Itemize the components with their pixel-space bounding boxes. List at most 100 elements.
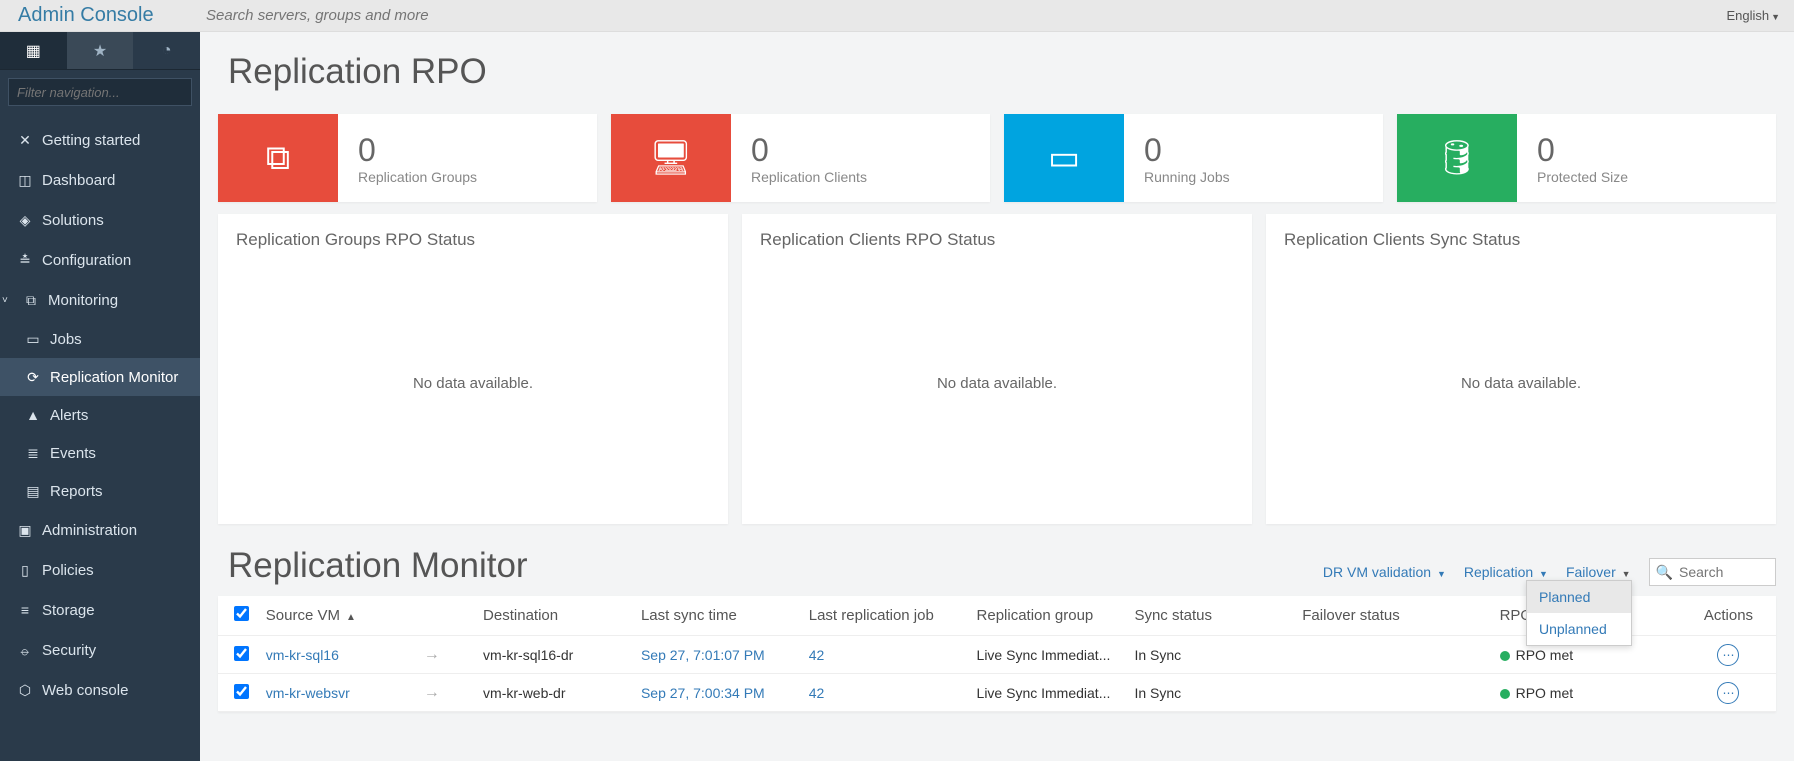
global-search-input[interactable] — [200, 3, 820, 29]
sidebar-item-label: Dashboard — [42, 172, 115, 189]
sidebar-item-storage[interactable]: ≡Storage — [0, 590, 200, 630]
sidebar-item-dashboard[interactable]: ◫Dashboard — [0, 160, 200, 200]
language-selector[interactable]: English▼ — [1726, 8, 1794, 23]
row-checkbox-cell[interactable] — [226, 646, 258, 664]
sliders-icon: ≛ — [14, 252, 36, 269]
sidebar-item-label: Security — [42, 642, 96, 659]
panel-title: Replication Clients RPO Status — [760, 230, 1234, 250]
sidebar-item-events[interactable]: ≣Events — [0, 434, 200, 472]
monitor-header: Replication Monitor DR VM validation ▼ R… — [228, 546, 1776, 586]
sidebar-item-configuration[interactable]: ≛ Configuration — [0, 240, 200, 280]
cell-actions: ⋯ — [1689, 682, 1768, 704]
chevron-down-icon: ▼ — [1622, 569, 1631, 579]
sidebar-tab-favorites[interactable]: ★ — [67, 32, 134, 69]
sidebar-tab-apps[interactable]: ▦ — [0, 32, 67, 69]
nav-filter-input[interactable] — [8, 78, 192, 106]
failover-dropdown[interactable]: Failover ▼ — [1566, 564, 1631, 580]
copy-icon: ⧉ — [266, 139, 290, 178]
panel-title: Replication Clients Sync Status — [1284, 230, 1758, 250]
header-last-job[interactable]: Last replication job — [801, 607, 969, 624]
kpi-value: 0 — [1537, 132, 1628, 169]
kpi-row: ⧉ 0 Replication Groups 🖥 0 Replication C… — [218, 114, 1776, 202]
sort-asc-icon: ▲ — [346, 612, 356, 623]
hexagon-icon: ⬡ — [14, 682, 36, 699]
nav-filter[interactable] — [0, 70, 200, 114]
cell-source-vm: vm-kr-sql16 — [258, 647, 416, 663]
document-icon: ▯ — [14, 562, 36, 579]
header-last-sync[interactable]: Last sync time — [633, 607, 801, 624]
briefcase-icon: ▭ — [1048, 138, 1080, 178]
kpi-protected-size[interactable]: 🛢 0 Protected Size — [1397, 114, 1776, 202]
table-row: vm-kr-websvr → vm-kr-web-dr Sep 27, 7:00… — [218, 674, 1776, 712]
cell-actions: ⋯ — [1689, 644, 1768, 666]
app-title: Admin Console — [0, 4, 200, 27]
source-vm-link[interactable]: vm-kr-websvr — [266, 685, 350, 701]
panel-row: Replication Groups RPO Status No data av… — [218, 214, 1776, 524]
row-checkbox[interactable] — [234, 684, 249, 699]
sidebar-item-web-console[interactable]: ⬡Web console — [0, 670, 200, 710]
header-rep-group[interactable]: Replication group — [969, 607, 1127, 624]
header-sync-status[interactable]: Sync status — [1126, 607, 1294, 624]
source-vm-link[interactable]: vm-kr-sql16 — [266, 647, 339, 663]
sidebar-item-jobs[interactable]: ▭Jobs — [0, 320, 200, 358]
sidebar-item-policies[interactable]: ▯ Policies — [0, 550, 200, 590]
header-source-vm[interactable]: Source VM▲ — [258, 607, 416, 624]
monitor-actions: DR VM validation ▼ Replication ▼ Failove… — [1323, 558, 1776, 586]
action-label: Failover — [1566, 564, 1616, 580]
sidebar-item-security[interactable]: ⦵ Security — [0, 630, 200, 670]
replication-icon: ⟳ — [22, 369, 44, 386]
panel-body: No data available. — [236, 258, 710, 508]
global-search[interactable] — [200, 3, 1726, 29]
sidebar-item-reports[interactable]: ▤Reports — [0, 472, 200, 510]
kpi-value: 0 — [1144, 132, 1230, 169]
kpi-icon: 🛢 — [1397, 114, 1517, 202]
kpi-icon: 🖥 — [611, 114, 731, 202]
cell-rpo-status: RPO met — [1492, 647, 1689, 663]
row-checkbox[interactable] — [234, 646, 249, 661]
table-search[interactable]: 🔍 — [1649, 558, 1776, 586]
server-icon: 🖥 — [649, 138, 692, 178]
cell-direction: → — [416, 646, 475, 664]
dropdown-item-unplanned[interactable]: Unplanned — [1527, 613, 1631, 645]
dr-validation-dropdown[interactable]: DR VM validation ▼ — [1323, 564, 1446, 580]
lock-icon: ⦵ — [14, 642, 36, 659]
sidebar-item-label: Reports — [50, 483, 103, 500]
sidebar-item-replication-monitor[interactable]: ⟳Replication Monitor — [0, 358, 200, 396]
rpo-status-label: RPO met — [1516, 647, 1574, 663]
last-job-link[interactable]: 42 — [809, 647, 825, 663]
last-job-link[interactable]: 42 — [809, 685, 825, 701]
select-all-checkbox[interactable] — [234, 606, 249, 621]
sidebar-item-administration[interactable]: ▣Administration — [0, 510, 200, 550]
sidebar-item-label: Storage — [42, 602, 95, 619]
replication-dropdown[interactable]: Replication ▼ — [1464, 564, 1548, 580]
kpi-value: 0 — [358, 132, 477, 169]
action-label: Replication — [1464, 564, 1533, 580]
user-icon: ▣ — [14, 522, 36, 539]
table-search-input[interactable] — [1679, 564, 1769, 580]
kpi-text: 0 Replication Groups — [338, 132, 477, 185]
panel-groups-rpo: Replication Groups RPO Status No data av… — [218, 214, 728, 524]
cell-source-vm: vm-kr-websvr — [258, 685, 416, 701]
sidebar-item-monitoring[interactable]: ˅⧉Monitoring — [0, 280, 200, 320]
sidebar-item-solutions[interactable]: ◈Solutions — [0, 200, 200, 240]
header-failover-status[interactable]: Failover status — [1294, 607, 1491, 624]
page-title: Replication RPO — [228, 52, 1776, 92]
kpi-replication-clients[interactable]: 🖥 0 Replication Clients — [611, 114, 990, 202]
action-label: DR VM validation — [1323, 564, 1431, 580]
last-sync-link[interactable]: Sep 27, 7:01:07 PM — [641, 647, 765, 663]
kpi-running-jobs[interactable]: ▭ 0 Running Jobs — [1004, 114, 1383, 202]
sidebar-item-label: Policies — [42, 562, 94, 579]
sidebar-tab-recent[interactable]: ◔ — [133, 32, 200, 69]
row-actions-button[interactable]: ⋯ — [1717, 682, 1739, 704]
last-sync-link[interactable]: Sep 27, 7:00:34 PM — [641, 685, 765, 701]
sidebar-item-label: Configuration — [42, 252, 131, 269]
kpi-replication-groups[interactable]: ⧉ 0 Replication Groups — [218, 114, 597, 202]
header-destination[interactable]: Destination — [475, 607, 633, 624]
panel-body: No data available. — [1284, 258, 1758, 508]
sidebar-item-getting-started[interactable]: ✕Getting started — [0, 120, 200, 160]
row-checkbox-cell[interactable] — [226, 684, 258, 702]
dropdown-item-planned[interactable]: Planned — [1527, 581, 1631, 613]
sidebar-item-alerts[interactable]: ▲Alerts — [0, 396, 200, 434]
header-checkbox[interactable] — [226, 606, 258, 625]
row-actions-button[interactable]: ⋯ — [1717, 644, 1739, 666]
